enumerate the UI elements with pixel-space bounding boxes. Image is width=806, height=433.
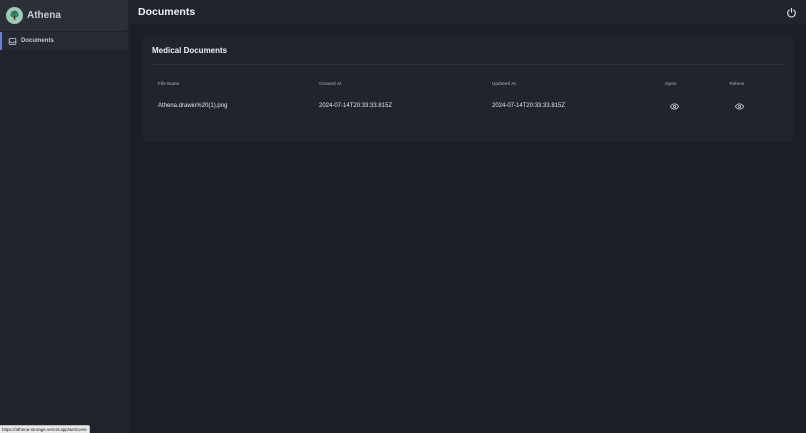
status-bar-url: https://athena-storage.vercel.app/welcom…: [0, 425, 90, 433]
column-header-open: Open: [665, 81, 677, 86]
column-header-tokens: Tokens: [729, 81, 745, 86]
cell-created-at: 2024-07-14T20:33:33.815Z: [319, 103, 393, 109]
documents-card: Medical Documents File Name Created At U…: [142, 36, 794, 142]
main-content: Documents Medical Documents File Name Cr…: [130, 0, 806, 433]
sidebar-item-label: Documents: [21, 38, 54, 44]
cell-updated-at: 2024-07-14T20:33:33.815Z: [492, 103, 566, 109]
page-title: Documents: [138, 6, 196, 18]
power-icon[interactable]: [785, 6, 797, 18]
open-eye-icon[interactable]: [669, 102, 679, 110]
brand-name: Athena: [27, 10, 61, 21]
tokens-eye-icon[interactable]: [734, 102, 744, 110]
sidebar-item-documents[interactable]: Documents: [0, 32, 128, 50]
top-bar: Documents: [130, 0, 806, 24]
sidebar: Athena Documents https://athena-storage.…: [0, 0, 130, 433]
divider: [152, 64, 784, 65]
column-header-file-name: File Name: [158, 81, 180, 86]
app-root: Athena Documents https://athena-storage.…: [0, 0, 806, 433]
brand[interactable]: Athena: [0, 0, 128, 31]
inbox-icon: [8, 37, 17, 46]
column-header-created-at: Created At: [319, 81, 342, 86]
card-title: Medical Documents: [152, 46, 228, 55]
cell-file-name: Athena.drawio%20(1).png: [158, 103, 228, 109]
tree-logo-icon: [6, 7, 23, 24]
column-header-updated-at: Updated At: [492, 81, 516, 86]
